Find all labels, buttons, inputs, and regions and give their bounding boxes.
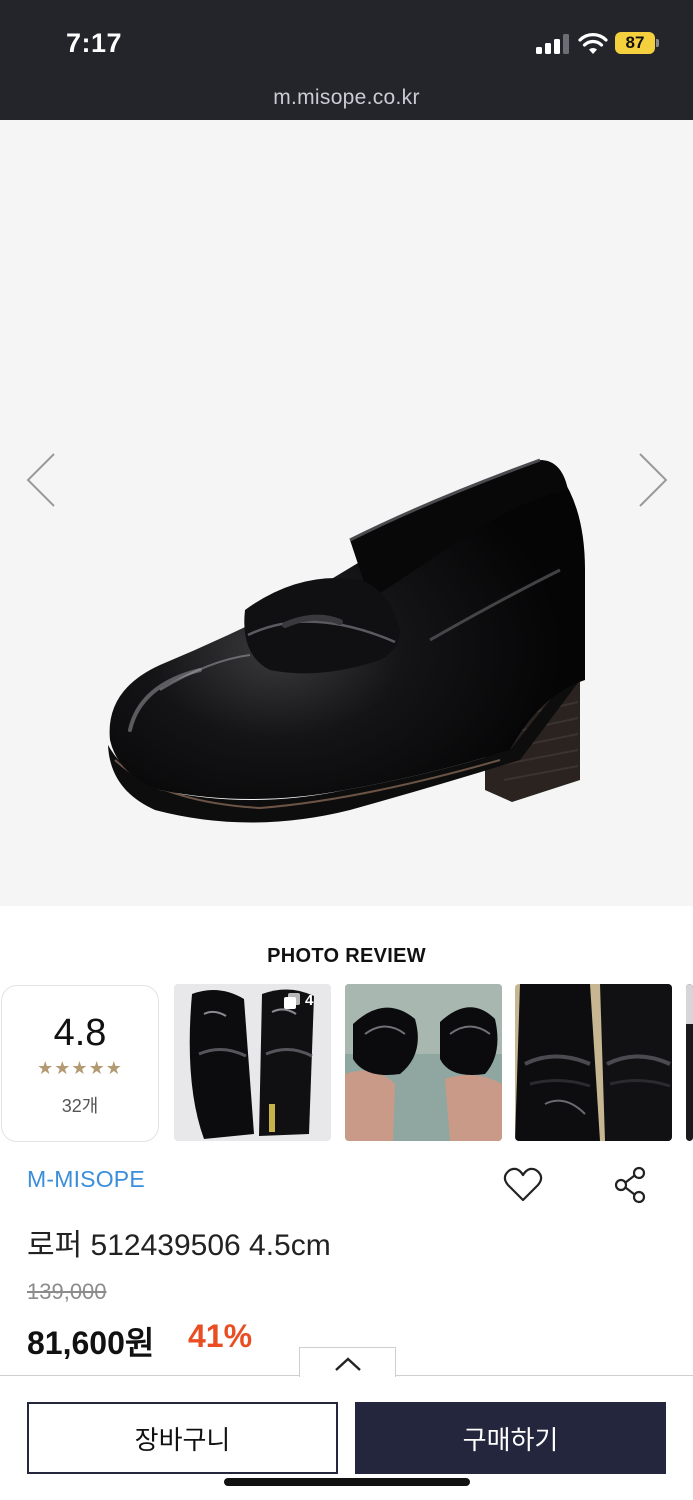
review-photo	[345, 984, 502, 1141]
photo-count-badge: 4	[284, 992, 313, 1009]
review-photo-thumbnail[interactable]	[515, 984, 672, 1141]
add-to-cart-button[interactable]: 장바구니	[27, 1402, 338, 1474]
review-count: 32개	[61, 1096, 99, 1116]
rating-summary-card[interactable]: 4.8 ★★★★★ 32개	[1, 985, 159, 1142]
home-indicator[interactable]	[224, 1478, 470, 1486]
product-image-gallery[interactable]	[0, 120, 693, 906]
status-bar: 7:17 87 m.misope.co.kr	[0, 0, 693, 120]
buy-now-button[interactable]: 구매하기	[355, 1402, 666, 1474]
cellular-signal-icon	[536, 34, 570, 54]
brand-link[interactable]: M-MISOPE	[27, 1166, 145, 1193]
share-icon[interactable]	[613, 1166, 649, 1204]
review-photo-thumbnail[interactable]	[686, 984, 693, 1141]
chevron-up-icon	[335, 1357, 361, 1371]
battery-level: 87	[615, 32, 655, 54]
review-photo-thumbnail[interactable]: 4	[174, 984, 331, 1141]
star-rating-icon: ★★★★★	[37, 1058, 123, 1078]
discount-rate: 41%	[188, 1318, 253, 1354]
heart-icon[interactable]	[503, 1166, 543, 1204]
original-price: 139,000	[27, 1279, 107, 1304]
photo-count: 4	[305, 992, 314, 1009]
chevron-right-icon[interactable]	[632, 450, 672, 510]
multiple-photos-icon	[284, 992, 300, 1009]
review-photo	[515, 984, 672, 1141]
product-name: 로퍼 512439506 4.5cm	[27, 1229, 331, 1262]
review-photo-thumbnail[interactable]	[345, 984, 502, 1141]
status-time: 7:17	[66, 28, 123, 58]
wifi-icon	[578, 33, 608, 54]
battery-icon: 87	[615, 32, 659, 54]
address-bar-url[interactable]: m.misope.co.kr	[0, 86, 693, 110]
chevron-left-icon[interactable]	[22, 450, 62, 510]
sale-price: 81,600원	[27, 1325, 155, 1361]
review-photo	[686, 984, 693, 1141]
product-image	[108, 458, 585, 823]
rating-score: 4.8	[53, 1012, 107, 1054]
photo-review-title: PHOTO REVIEW	[267, 945, 426, 967]
expand-options-toggle[interactable]	[299, 1347, 396, 1377]
